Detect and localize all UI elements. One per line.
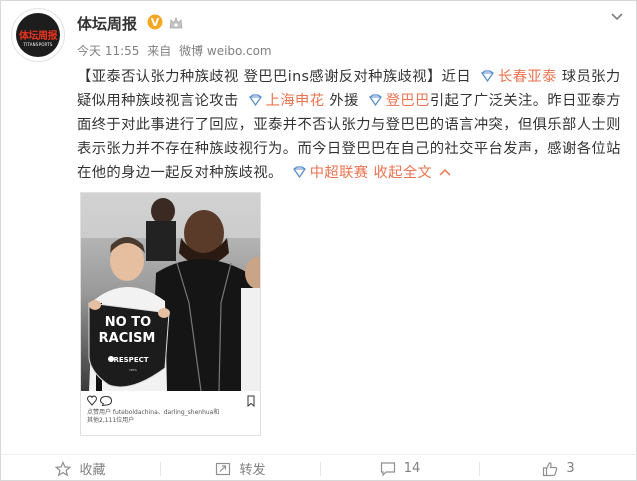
topic-link-changchun-yatai[interactable]: 长春亚泰 bbox=[476, 69, 557, 85]
avatar-logo-text: 体坛周报 bbox=[19, 31, 58, 42]
chevron-down-icon[interactable] bbox=[609, 11, 625, 23]
topic-label: 长春亚泰 bbox=[498, 69, 557, 85]
account-name[interactable]: 体坛周报 bbox=[77, 13, 137, 34]
collapse-text-button[interactable]: 收起全文 bbox=[373, 165, 452, 181]
comment-icon bbox=[380, 461, 395, 476]
topic-link-shanghai-shenhua[interactable]: 上海申花 bbox=[244, 93, 325, 109]
like-count: 3 bbox=[566, 461, 575, 476]
topic-tag-icon bbox=[292, 166, 306, 178]
banner-text-line2: RACISM bbox=[99, 331, 156, 346]
instagram-likes-line2: 其他2,111位用户 bbox=[87, 417, 135, 424]
star-icon bbox=[55, 460, 72, 476]
instagram-bookmark-icon bbox=[247, 395, 255, 407]
svg-text:V: V bbox=[151, 16, 160, 29]
avatar-logo-subtext: TITANSPORTS bbox=[23, 42, 53, 47]
vip-icon[interactable] bbox=[168, 15, 184, 30]
topic-label: 上海申花 bbox=[265, 93, 325, 109]
topic-tag-icon bbox=[481, 70, 494, 82]
avatar-logo-background: 体坛周报 TITANSPORTS bbox=[16, 13, 60, 57]
weibo-post-card: 体坛周报 TITANSPORTS 体坛周报 V 今天 11:55 来自 微博 w… bbox=[0, 0, 637, 481]
svg-text:UEFA: UEFA bbox=[129, 368, 138, 372]
instagram-heart-icon bbox=[87, 395, 97, 406]
banner-text-line1: NO TO bbox=[105, 315, 151, 330]
stadium-photo: NO TO RACISM RESPECT UEFA bbox=[81, 193, 260, 391]
post-source[interactable]: 微博 weibo.com bbox=[179, 44, 272, 58]
topic-tag-icon bbox=[248, 94, 262, 106]
chevron-up-icon bbox=[439, 168, 451, 176]
avatar[interactable]: 体坛周报 TITANSPORTS bbox=[11, 8, 65, 62]
post-text: 【亚泰否认张力种族歧视 登巴巴ins感谢反对种族歧视】近日 长春亚泰 球员张力疑… bbox=[77, 65, 631, 185]
instagram-likes-line1: 点赞用户 futeboldachina、darling_shenhua和 bbox=[87, 409, 220, 416]
favorite-button[interactable]: 收藏 bbox=[1, 455, 160, 481]
instagram-footer: 点赞用户 futeboldachina、darling_shenhua和 其他2… bbox=[81, 391, 260, 435]
topic-tag-icon bbox=[368, 94, 382, 106]
topic-link-csl[interactable]: 中超联赛 bbox=[288, 165, 369, 181]
post-image[interactable]: NO TO RACISM RESPECT UEFA 点赞用户 futebolda… bbox=[80, 192, 261, 436]
instagram-likes: 点赞用户 futeboldachina、darling_shenhua和 其他2… bbox=[87, 409, 259, 425]
like-icon bbox=[543, 461, 558, 476]
repost-icon bbox=[216, 462, 231, 475]
repost-label: 转发 bbox=[239, 463, 266, 478]
instagram-comment-icon bbox=[99, 395, 113, 407]
favorite-label: 收藏 bbox=[79, 463, 106, 478]
repost-button[interactable]: 转发 bbox=[161, 455, 320, 481]
verified-icon: V bbox=[147, 14, 163, 30]
topic-label: 登巴巴 bbox=[385, 93, 430, 109]
topic-link-demba-ba[interactable]: 登巴巴 bbox=[364, 93, 430, 109]
collapse-label: 收起全文 bbox=[373, 165, 433, 181]
post-text-part: 外援 bbox=[329, 93, 359, 109]
post-text-part: 【亚泰否认张力种族歧视 登巴巴ins感谢反对种族歧视】近日 bbox=[77, 69, 472, 85]
post-time[interactable]: 今天 11:55 bbox=[77, 44, 139, 58]
comment-button[interactable]: 14 bbox=[321, 455, 479, 481]
instagram-actions bbox=[87, 395, 255, 407]
comment-count: 14 bbox=[403, 461, 421, 476]
post-meta: 今天 11:55 来自 微博 weibo.com bbox=[77, 42, 276, 59]
topic-label: 中超联赛 bbox=[309, 165, 369, 181]
post-source-prefix: 来自 bbox=[147, 44, 172, 58]
banner-text-line3: RESPECT bbox=[113, 356, 148, 364]
like-button[interactable]: 3 bbox=[480, 455, 637, 481]
